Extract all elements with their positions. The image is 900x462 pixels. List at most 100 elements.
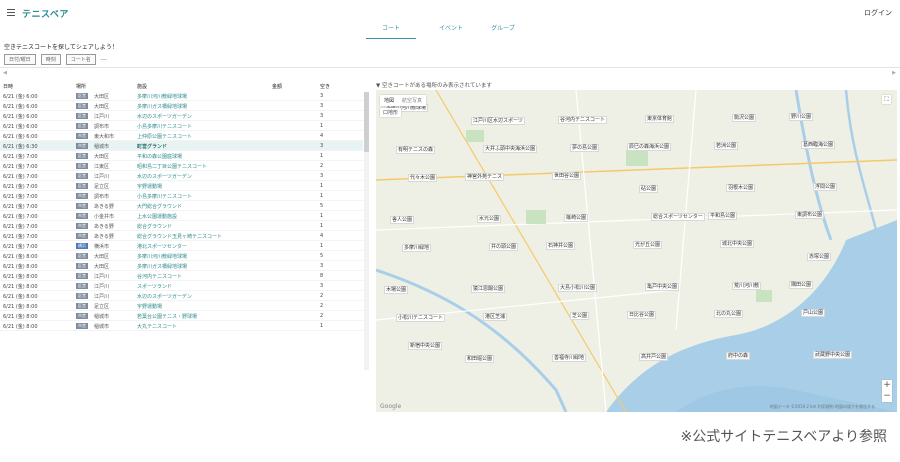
row-facility[interactable]: 水辺のスポーツガーデン [137,173,192,180]
map-court-marker[interactable]: 大井ふ頭中央海浜公園 [483,145,538,153]
row-facility[interactable]: 宇野運動場 [137,183,162,190]
map-court-marker[interactable]: 隅田公園 [789,281,814,289]
table-row[interactable]: 6/21 (金) 8:00 区営 江戸川 スポーツランド 3 [0,281,363,291]
filter-time-button[interactable]: 時刻 [40,54,61,65]
map-court-marker[interactable]: 総合スポーツセンター [651,213,705,221]
map-court-marker[interactable]: 神宮外苑テニス [465,173,505,181]
map-court-marker[interactable]: 辰巳の森海浜公園 [627,143,672,151]
map-court-marker[interactable]: 東京体育館 [645,115,675,123]
table-row[interactable]: 6/21 (金) 6:30 市営 稲城市 町営グランド 3 [0,141,363,151]
header-date[interactable]: 日時 [3,83,13,90]
map-court-marker[interactable]: 亀戸中央公園 [645,283,680,291]
table-row[interactable]: 6/21 (金) 7:00 横浜 横浜市 港北スポーツセンター 1 [0,241,363,251]
row-facility[interactable]: 多摩川ガス橋緑地球場 [137,103,187,110]
table-row[interactable]: 6/21 (金) 6:00 市営 東大和市 上仲原公園テニスコート 4 [0,131,363,141]
map-court-marker[interactable]: 和田堀公園 [465,355,495,363]
map-court-marker[interactable]: 善福寺川緑地 [552,354,587,362]
row-facility[interactable]: 多摩川河川敷緑地球場 [137,93,187,100]
row-facility[interactable]: 総合グラウンド [137,223,172,230]
row-facility[interactable]: 小島多摩川テニスコート [137,123,192,130]
tab-event[interactable]: イベント [426,23,476,32]
map-court-marker[interactable]: 有明テニスの森 [396,146,436,154]
header-amount[interactable]: 金額 [272,83,282,90]
row-facility[interactable]: 上仲原公園テニスコート [137,133,192,140]
map-court-marker[interactable]: 谷河内テニスコート [558,116,608,124]
map-court-marker[interactable]: 代々木公園 [408,174,438,182]
map-court-marker[interactable]: 府中の森 [726,352,751,360]
header-facility[interactable]: 施設 [137,83,147,90]
map-court-marker[interactable]: 石神井公園 [546,242,576,250]
table-row[interactable]: 6/21 (金) 7:00 市営 調布市 小島多摩川テニスコート 1 [0,191,363,201]
table-row[interactable]: 6/21 (金) 7:00 市営 あきる野 総合グラウンド 1 [0,221,363,231]
tab-court[interactable]: コート [366,23,416,39]
table-row[interactable]: 6/21 (金) 8:00 区営 大田区 多摩川河川敷緑地球場 5 [0,251,363,261]
map-court-marker[interactable]: 荒川河川敷 [732,282,762,290]
table-row[interactable]: 6/21 (金) 6:00 区営 大田区 多摩川ガス橋緑地球場 3 [0,101,363,111]
row-facility[interactable]: 谷河内テニスコート [137,273,182,280]
map-court-marker[interactable]: 駒沢公園 [732,114,757,122]
map-court-marker[interactable]: 江戸川区水辺スポーツ [471,117,525,125]
table-row[interactable]: 6/21 (金) 7:00 区営 大田区 平和の森公園庭球場 1 [0,151,363,161]
zoom-out-button[interactable]: − [882,391,892,402]
row-facility[interactable]: 町営グランド [137,143,167,150]
row-facility[interactable]: 平和の森公園庭球場 [137,153,182,160]
row-facility[interactable]: 多摩川河川敷緑地球場 [137,253,187,260]
table-row[interactable]: 6/21 (金) 7:00 区営 足立区 宇野運動場 1 [0,181,363,191]
map-court-marker[interactable]: 野川公園 [789,113,814,121]
row-facility[interactable]: 上水公園運動施設 [137,213,177,220]
header-vacancy[interactable]: 空き [320,83,330,90]
table-row[interactable]: 6/21 (金) 8:00 区営 大田区 多摩川ガス橋緑地球場 3 [0,261,363,271]
map-credit[interactable]: 地図データ ©2019 2 km 利用規約 地図の誤りを報告する [770,404,875,410]
table-row[interactable]: 6/21 (金) 8:00 市営 稲城市 若葉台公園テニス・野球場 2 [0,311,363,321]
scroll-right-icon[interactable]: ▶ [892,70,896,76]
row-facility[interactable]: 多摩川ガス橋緑地球場 [137,263,187,270]
login-link[interactable]: ログイン [864,8,892,18]
map-court-marker[interactable]: 井の頭公園 [489,243,519,251]
table-row[interactable]: 6/21 (金) 6:00 区営 大田区 多摩川河川敷緑地球場 3 [0,91,363,101]
row-facility[interactable]: 大門総合グラウンド [137,203,182,210]
table-row[interactable]: 6/21 (金) 6:00 区営 調布市 小島多摩川テニスコート 1 [0,121,363,131]
map-court-marker[interactable]: 舎人公園 [390,216,415,224]
tab-group[interactable]: グループ [478,23,528,32]
terrain-checkbox[interactable]: 口地形 [380,108,402,117]
row-facility[interactable]: 水辺のスポーツガーデン [137,293,192,300]
map-court-marker[interactable]: 芝公園 [570,312,590,320]
map-court-marker[interactable]: 北の丸公園 [714,310,744,318]
app-title[interactable]: テニスベア [22,7,69,20]
map-court-marker[interactable]: 東調布公園 [795,211,825,219]
map-court-marker[interactable]: 小松川テニスコート [396,314,446,322]
filter-date-button[interactable]: 日付/曜日 [4,54,36,65]
row-facility[interactable]: 港北スポーツセンター [137,243,187,250]
map-court-marker[interactable]: 浮間公園 [813,183,838,191]
map-court-marker[interactable]: 多摩川緑地 [402,244,432,252]
scroll-left-icon[interactable]: ◀ [3,70,7,76]
row-facility[interactable]: 水辺のスポーツガーデン [137,113,192,120]
table-row[interactable]: 6/21 (金) 7:00 区営 江東区 昭和島二丁目公園テニスコート 2 [0,161,363,171]
map-court-marker[interactable]: 若洲公園 [714,142,739,150]
filter-court-name-button[interactable]: コート名 [65,54,96,65]
table-row[interactable]: 6/21 (金) 7:00 市営 小金井市 上水公園運動施設 1 [0,211,363,221]
row-facility[interactable]: 大丸テニスコート [137,323,177,330]
table-row[interactable]: 6/21 (金) 7:00 市営 あきる野 大門総合グラウンド 5 [0,201,363,211]
map-court-marker[interactable]: 葛西臨海公園 [801,141,836,149]
map-type-map[interactable]: 地図 [380,95,398,106]
header-area[interactable]: 場所 [76,83,86,90]
map-court-marker[interactable]: 夢の島公園 [570,144,600,152]
map-court-marker[interactable]: 高井戸公園 [639,353,669,361]
hamburger-menu-icon[interactable] [7,9,15,16]
table-row[interactable]: 6/21 (金) 7:00 区営 江戸川 水辺のスポーツガーデン 3 [0,171,363,181]
table-row[interactable]: 6/21 (金) 8:00 区営 足立区 宇野運動場 2 [0,301,363,311]
table-row[interactable]: 6/21 (金) 8:00 区営 江戸川 水辺のスポーツガーデン 2 [0,291,363,301]
map-court-marker[interactable]: 城北中央公園 [720,240,755,248]
row-facility[interactable]: 小島多摩川テニスコート [137,193,192,200]
map[interactable]: 多摩川河川敷球場 江戸川区水辺スポーツ 谷河内テニスコート 東京体育館 駒沢公園 野川公園… [376,90,897,412]
map-court-marker[interactable]: 大島小松川公園 [558,284,598,292]
map-type-satellite[interactable]: 航空写真 [398,95,426,106]
row-facility[interactable]: 昭和島二丁目公園テニスコート [137,163,207,170]
table-row[interactable]: 6/21 (金) 6:00 区営 江戸川 水辺のスポーツガーデン 3 [0,111,363,121]
map-court-marker[interactable]: 木場公園 [384,286,409,294]
map-court-marker[interactable]: 赤塚公園 [807,253,832,261]
map-court-marker[interactable]: 戸山公園 [801,309,826,317]
row-facility[interactable]: 若葉台公園テニス・野球場 [137,313,197,320]
map-court-marker[interactable]: 篠崎公園 [564,214,589,222]
